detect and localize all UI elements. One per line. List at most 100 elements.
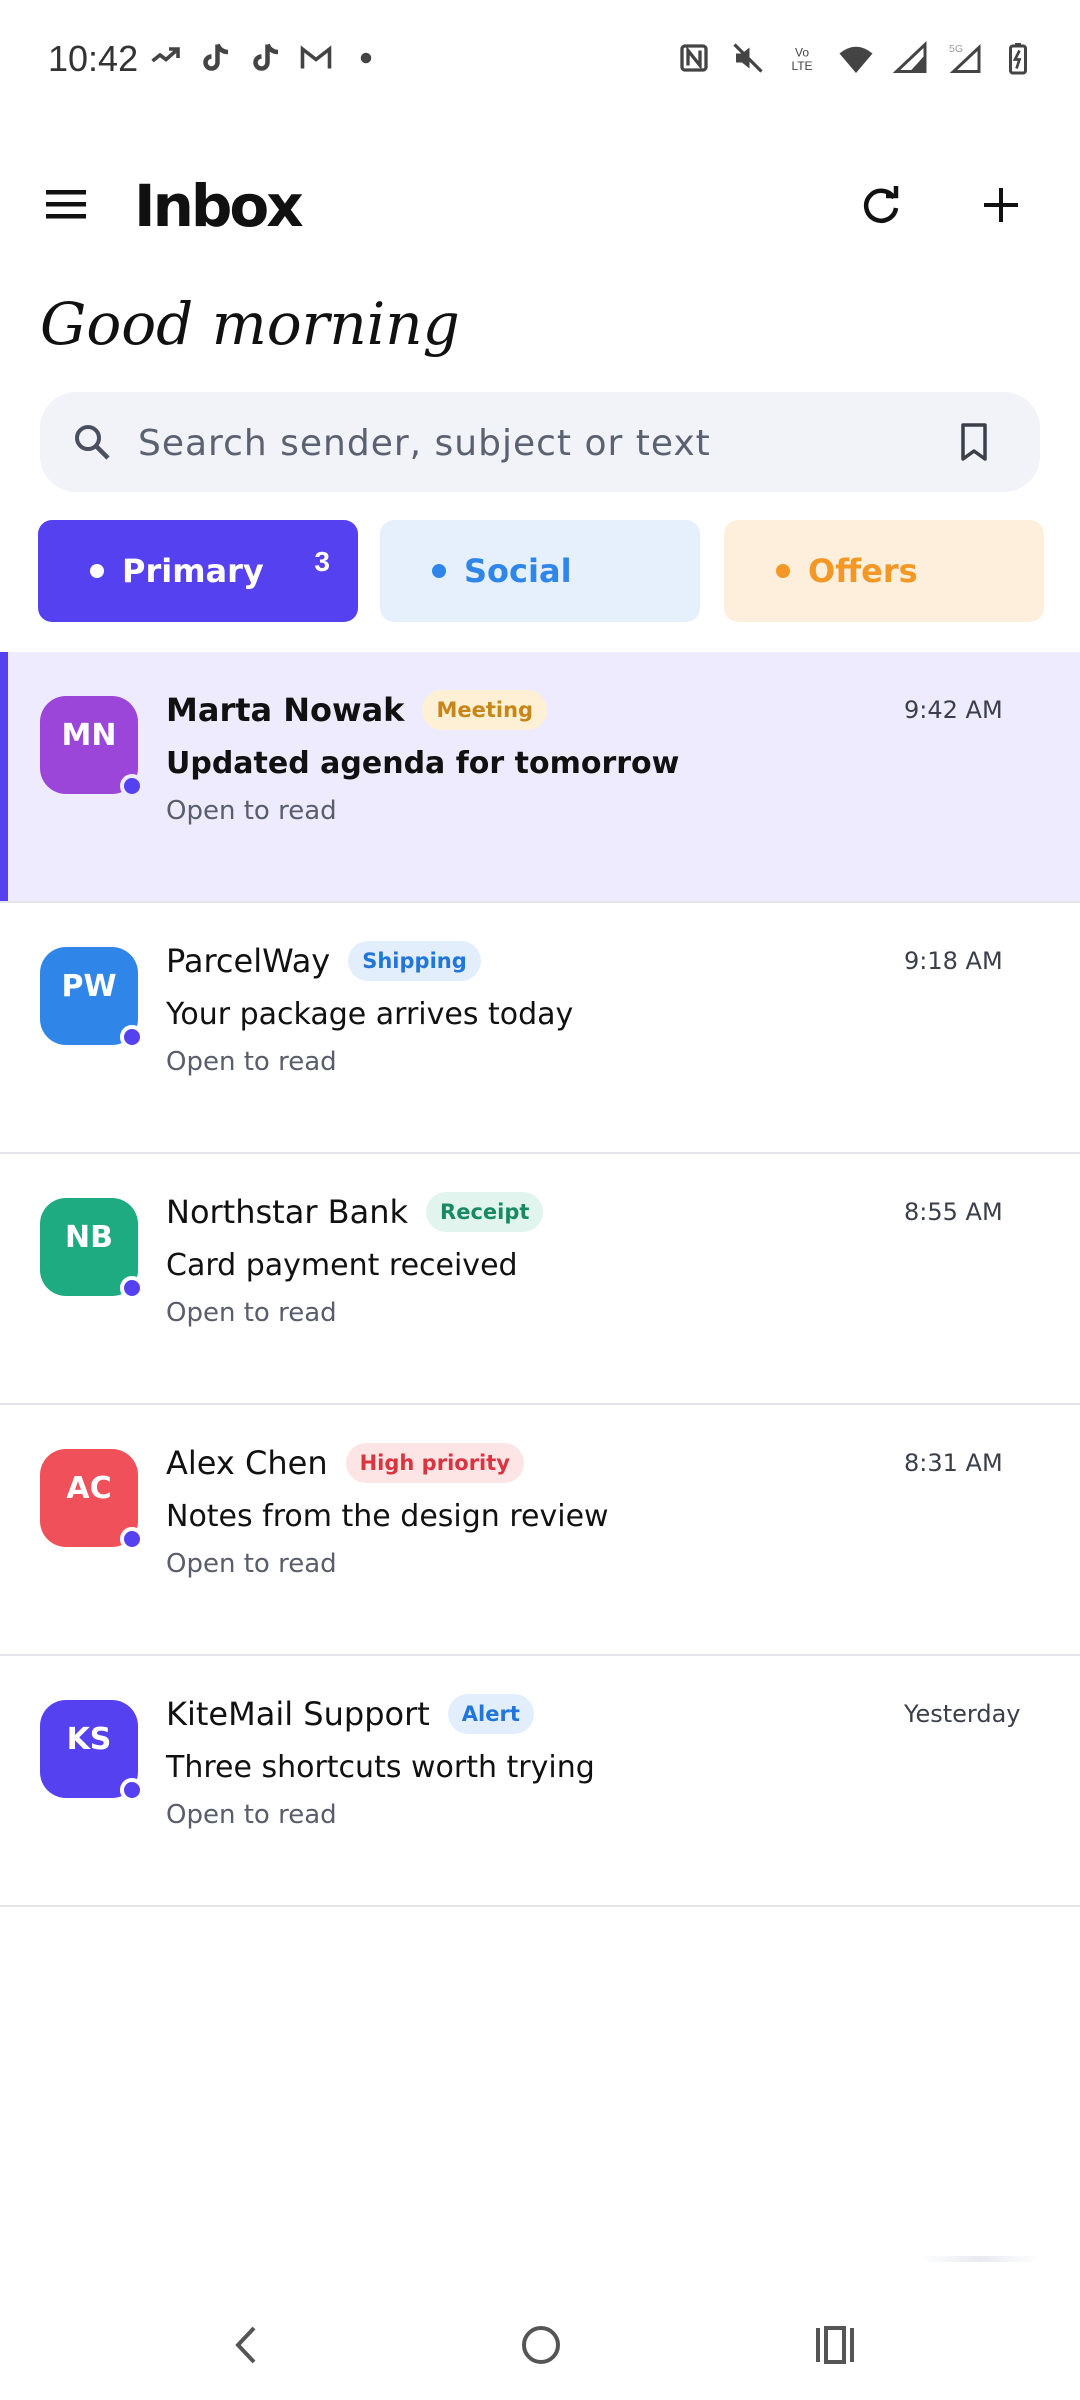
- tab-count-badge: 3: [314, 546, 330, 577]
- email-time: 8:55 AM: [904, 1198, 1003, 1226]
- sender-line: Northstar Bank Receipt: [166, 1192, 544, 1232]
- email-preview: Open to read: [166, 796, 337, 826]
- unread-accent-bar: [0, 652, 8, 901]
- refresh-icon: [863, 186, 899, 223]
- category-tag: High priority: [345, 1443, 524, 1483]
- avatar: MN: [40, 696, 144, 798]
- sender-line: KiteMail Support Alert: [166, 1694, 534, 1734]
- email-subject: Notes from the design review: [166, 1499, 609, 1534]
- category-tabs: Primary 3 Social Offers: [38, 520, 1044, 622]
- status-system-icons: Vo LTE 5G: [676, 40, 1036, 76]
- avatar-initials: AC: [66, 1471, 112, 1506]
- refresh-button[interactable]: [856, 180, 906, 230]
- avatar: AC: [40, 1449, 144, 1551]
- sender-name: ParcelWay: [166, 942, 331, 980]
- tab-primary[interactable]: Primary 3: [38, 520, 358, 622]
- email-preview: Open to read: [166, 1298, 337, 1328]
- nfc-icon: [676, 40, 712, 76]
- email-row[interactable]: PW ParcelWay Shipping 9:18 AM Your packa…: [0, 903, 1080, 1154]
- unread-dot: [120, 774, 144, 798]
- tiktok-icon: [198, 40, 234, 76]
- back-icon[interactable]: [222, 2320, 272, 2370]
- sender-line: Marta Nowak Meeting: [166, 690, 548, 730]
- battery-charging-icon: [1000, 40, 1036, 76]
- email-row[interactable]: KS KiteMail Support Alert Yesterday Thre…: [0, 1656, 1080, 1907]
- email-list: MN Marta Nowak Meeting 9:42 AM Updated a…: [0, 652, 1080, 1907]
- gmail-icon: [298, 40, 334, 76]
- email-time: 8:31 AM: [904, 1449, 1003, 1477]
- email-time: 9:18 AM: [904, 947, 1003, 975]
- sender-name: Northstar Bank: [166, 1193, 409, 1231]
- fab-shadow: [920, 2256, 1040, 2262]
- email-row[interactable]: NB Northstar Bank Receipt 8:55 AM Card p…: [0, 1154, 1080, 1405]
- avatar-initials: KS: [66, 1722, 112, 1757]
- menu-button[interactable]: [40, 182, 96, 228]
- avatar: NB: [40, 1198, 144, 1300]
- signal-5g-icon: 5G: [946, 40, 982, 76]
- sender-line: ParcelWay Shipping: [166, 941, 481, 981]
- email-subject: Card payment received: [166, 1248, 518, 1283]
- volte-icon: Vo LTE: [784, 40, 820, 76]
- missed-call-icon: [148, 40, 184, 76]
- svg-text:LTE: LTE: [791, 59, 812, 73]
- status-bar: 10:42 Vo LTE 5G: [0, 0, 1080, 120]
- avatar-initials: MN: [61, 718, 117, 753]
- email-row[interactable]: MN Marta Nowak Meeting 9:42 AM Updated a…: [0, 652, 1080, 903]
- avatar-initials: NB: [65, 1220, 113, 1255]
- menu-icon: [46, 190, 86, 219]
- sender-line: Alex Chen High priority: [166, 1443, 524, 1483]
- avatar-initials: PW: [61, 969, 117, 1004]
- status-time: 10:42: [48, 38, 139, 79]
- avatar: KS: [40, 1700, 144, 1802]
- search-icon: [75, 425, 110, 460]
- home-icon[interactable]: [514, 2318, 568, 2372]
- wifi-icon: [838, 40, 874, 76]
- tab-label: Offers: [808, 552, 918, 590]
- category-tag: Alert: [447, 1694, 534, 1734]
- search-input[interactable]: [136, 412, 960, 474]
- unread-dot: [120, 1025, 144, 1049]
- category-tag: Shipping: [348, 941, 481, 981]
- tab-dot: [432, 564, 446, 578]
- tab-label: Social: [464, 552, 572, 590]
- svg-text:Vo: Vo: [795, 46, 809, 60]
- email-row[interactable]: AC Alex Chen High priority 8:31 AM Notes…: [0, 1405, 1080, 1656]
- search-bar[interactable]: [40, 392, 1040, 492]
- mute-icon: [730, 40, 766, 76]
- sender-name: Alex Chen: [166, 1444, 328, 1482]
- email-time: 9:42 AM: [904, 696, 1003, 724]
- tab-dot: [90, 564, 104, 578]
- signal-icon: [892, 40, 928, 76]
- system-nav-bar: [0, 2290, 1080, 2400]
- tab-dot: [776, 564, 790, 578]
- unread-dot: [120, 1527, 144, 1551]
- sender-name: KiteMail Support: [166, 1695, 430, 1733]
- status-notification-icons: [148, 40, 384, 76]
- app-bar: Inbox: [0, 160, 1080, 250]
- page-title: Inbox: [134, 172, 304, 240]
- tab-label: Primary: [122, 552, 264, 590]
- email-time: Yesterday: [904, 1700, 1021, 1728]
- email-preview: Open to read: [166, 1549, 337, 1579]
- greeting-heading: Good morning: [40, 290, 460, 358]
- category-tag: Meeting: [422, 690, 548, 730]
- unread-dot: [120, 1778, 144, 1802]
- category-tag: Receipt: [426, 1192, 544, 1232]
- unread-dot: [120, 1276, 144, 1300]
- tab-social[interactable]: Social: [380, 520, 700, 622]
- email-preview: Open to read: [166, 1047, 337, 1077]
- tab-offers[interactable]: Offers: [724, 520, 1044, 622]
- compose-button[interactable]: [976, 180, 1026, 230]
- email-preview: Open to read: [166, 1800, 337, 1830]
- svg-text:5G: 5G: [949, 43, 963, 55]
- email-subject: Updated agenda for tomorrow: [166, 746, 680, 781]
- recent-apps-icon[interactable]: [810, 2320, 860, 2370]
- dot-icon: [348, 40, 384, 76]
- avatar: PW: [40, 947, 144, 1049]
- sender-name: Marta Nowak: [166, 691, 405, 729]
- email-subject: Your package arrives today: [166, 997, 574, 1032]
- add-icon: [984, 188, 1018, 222]
- tiktok-icon: [248, 40, 284, 76]
- email-subject: Three shortcuts worth trying: [166, 1750, 595, 1785]
- bookmark-icon[interactable]: [948, 416, 1000, 468]
